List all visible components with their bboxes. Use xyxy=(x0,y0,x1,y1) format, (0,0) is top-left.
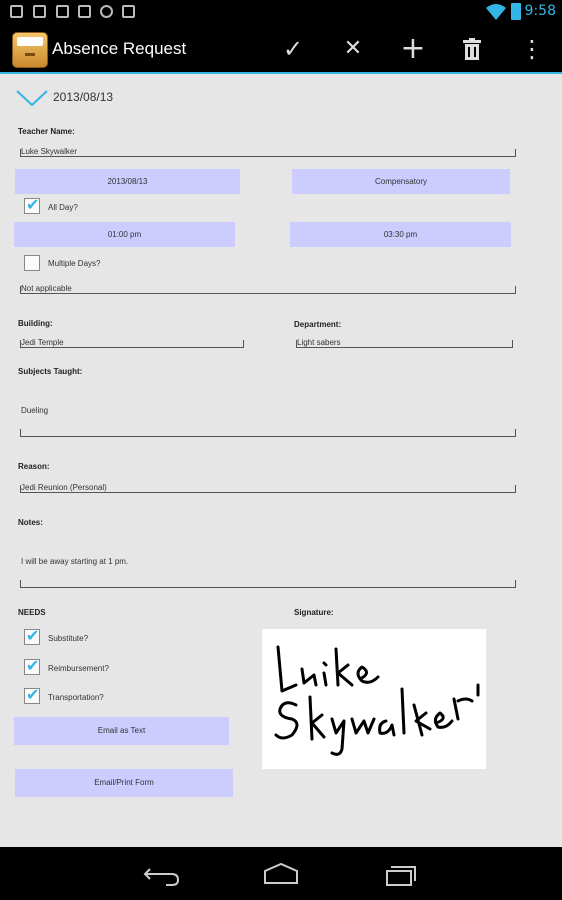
action-bar: Absence Request ✓ ✕ + ⋮ xyxy=(0,24,562,74)
gmail-notification-icon xyxy=(78,5,91,18)
wifi-icon xyxy=(486,4,506,20)
transportation-checkbox[interactable] xyxy=(24,685,40,704)
subjects-label: Subjects Taught: xyxy=(18,367,83,376)
plus-icon[interactable]: + xyxy=(397,34,429,64)
app-icon[interactable] xyxy=(12,32,48,68)
navigation-bar xyxy=(0,847,562,900)
building-field[interactable]: Jedi Temple xyxy=(20,338,244,348)
multiple-days-value: Not applicable xyxy=(21,284,72,293)
reason-label: Reason: xyxy=(18,462,50,471)
start-time-button[interactable]: 01:00 pm xyxy=(14,222,235,247)
transportation-label: Transportation? xyxy=(48,693,104,702)
store-notification-icon xyxy=(122,5,135,18)
subjects-field[interactable] xyxy=(20,429,516,437)
teacher-name-value: Luke Skywalker xyxy=(21,147,78,156)
reimbursement-label: Reimbursement? xyxy=(48,664,109,673)
back-icon[interactable] xyxy=(142,861,182,887)
overflow-menu-icon[interactable]: ⋮ xyxy=(516,34,548,64)
signature-pad[interactable] xyxy=(262,629,486,769)
signature-label: Signature: xyxy=(294,608,334,617)
email-notification-icon xyxy=(56,5,69,18)
department-field[interactable]: Light sabers xyxy=(296,338,513,348)
checkmark-icon[interactable]: ✓ xyxy=(277,34,309,64)
multiple-days-label: Multiple Days? xyxy=(48,259,101,268)
notes-value: I will be away starting at 1 pm. xyxy=(21,557,129,566)
email-print-form-button[interactable]: Email/Print Form xyxy=(15,769,233,797)
download-notification-icon xyxy=(10,5,23,18)
status-time: 9:58 xyxy=(524,3,556,19)
multiple-days-field[interactable]: Not applicable xyxy=(20,284,516,294)
handwritten-signature xyxy=(274,645,480,756)
status-bar: 9:58 xyxy=(0,0,562,24)
multiple-days-checkbox[interactable] xyxy=(24,255,40,271)
substitute-checkbox[interactable] xyxy=(24,626,40,645)
type-button[interactable]: Compensatory xyxy=(292,169,510,194)
all-day-label: All Day? xyxy=(48,203,78,212)
date-button[interactable]: 2013/08/13 xyxy=(15,169,240,194)
all-day-checkbox[interactable] xyxy=(24,195,40,214)
chevron-down-icon[interactable] xyxy=(16,89,48,107)
home-icon[interactable] xyxy=(261,861,301,887)
reason-field[interactable]: Jedi Reunion (Personal) xyxy=(20,483,516,493)
teacher-name-field[interactable]: Luke Skywalker xyxy=(20,147,516,157)
trash-icon[interactable] xyxy=(456,34,488,64)
reason-value: Jedi Reunion (Personal) xyxy=(21,483,107,492)
substitute-label: Substitute? xyxy=(48,634,89,643)
end-time-button[interactable]: 03:30 pm xyxy=(290,222,511,247)
battery-icon xyxy=(511,3,521,20)
close-icon[interactable]: ✕ xyxy=(337,34,369,64)
header-date: 2013/08/13 xyxy=(53,90,114,104)
game-notification-icon xyxy=(100,5,113,18)
needs-label: NEEDS xyxy=(18,608,46,617)
app-title: Absence Request xyxy=(52,39,187,58)
reimbursement-checkbox[interactable] xyxy=(24,656,40,675)
email-as-text-button[interactable]: Email as Text xyxy=(14,717,229,745)
recent-apps-icon[interactable] xyxy=(381,861,421,887)
notes-field[interactable] xyxy=(20,580,516,588)
building-label: Building: xyxy=(18,319,53,328)
department-value: Light sabers xyxy=(297,338,341,347)
department-label: Department: xyxy=(294,320,342,329)
teacher-name-label: Teacher Name: xyxy=(18,127,75,136)
subjects-value: Dueling xyxy=(21,406,49,415)
image-notification-icon xyxy=(33,5,46,18)
building-value: Jedi Temple xyxy=(21,338,64,347)
notes-label: Notes: xyxy=(18,518,43,527)
